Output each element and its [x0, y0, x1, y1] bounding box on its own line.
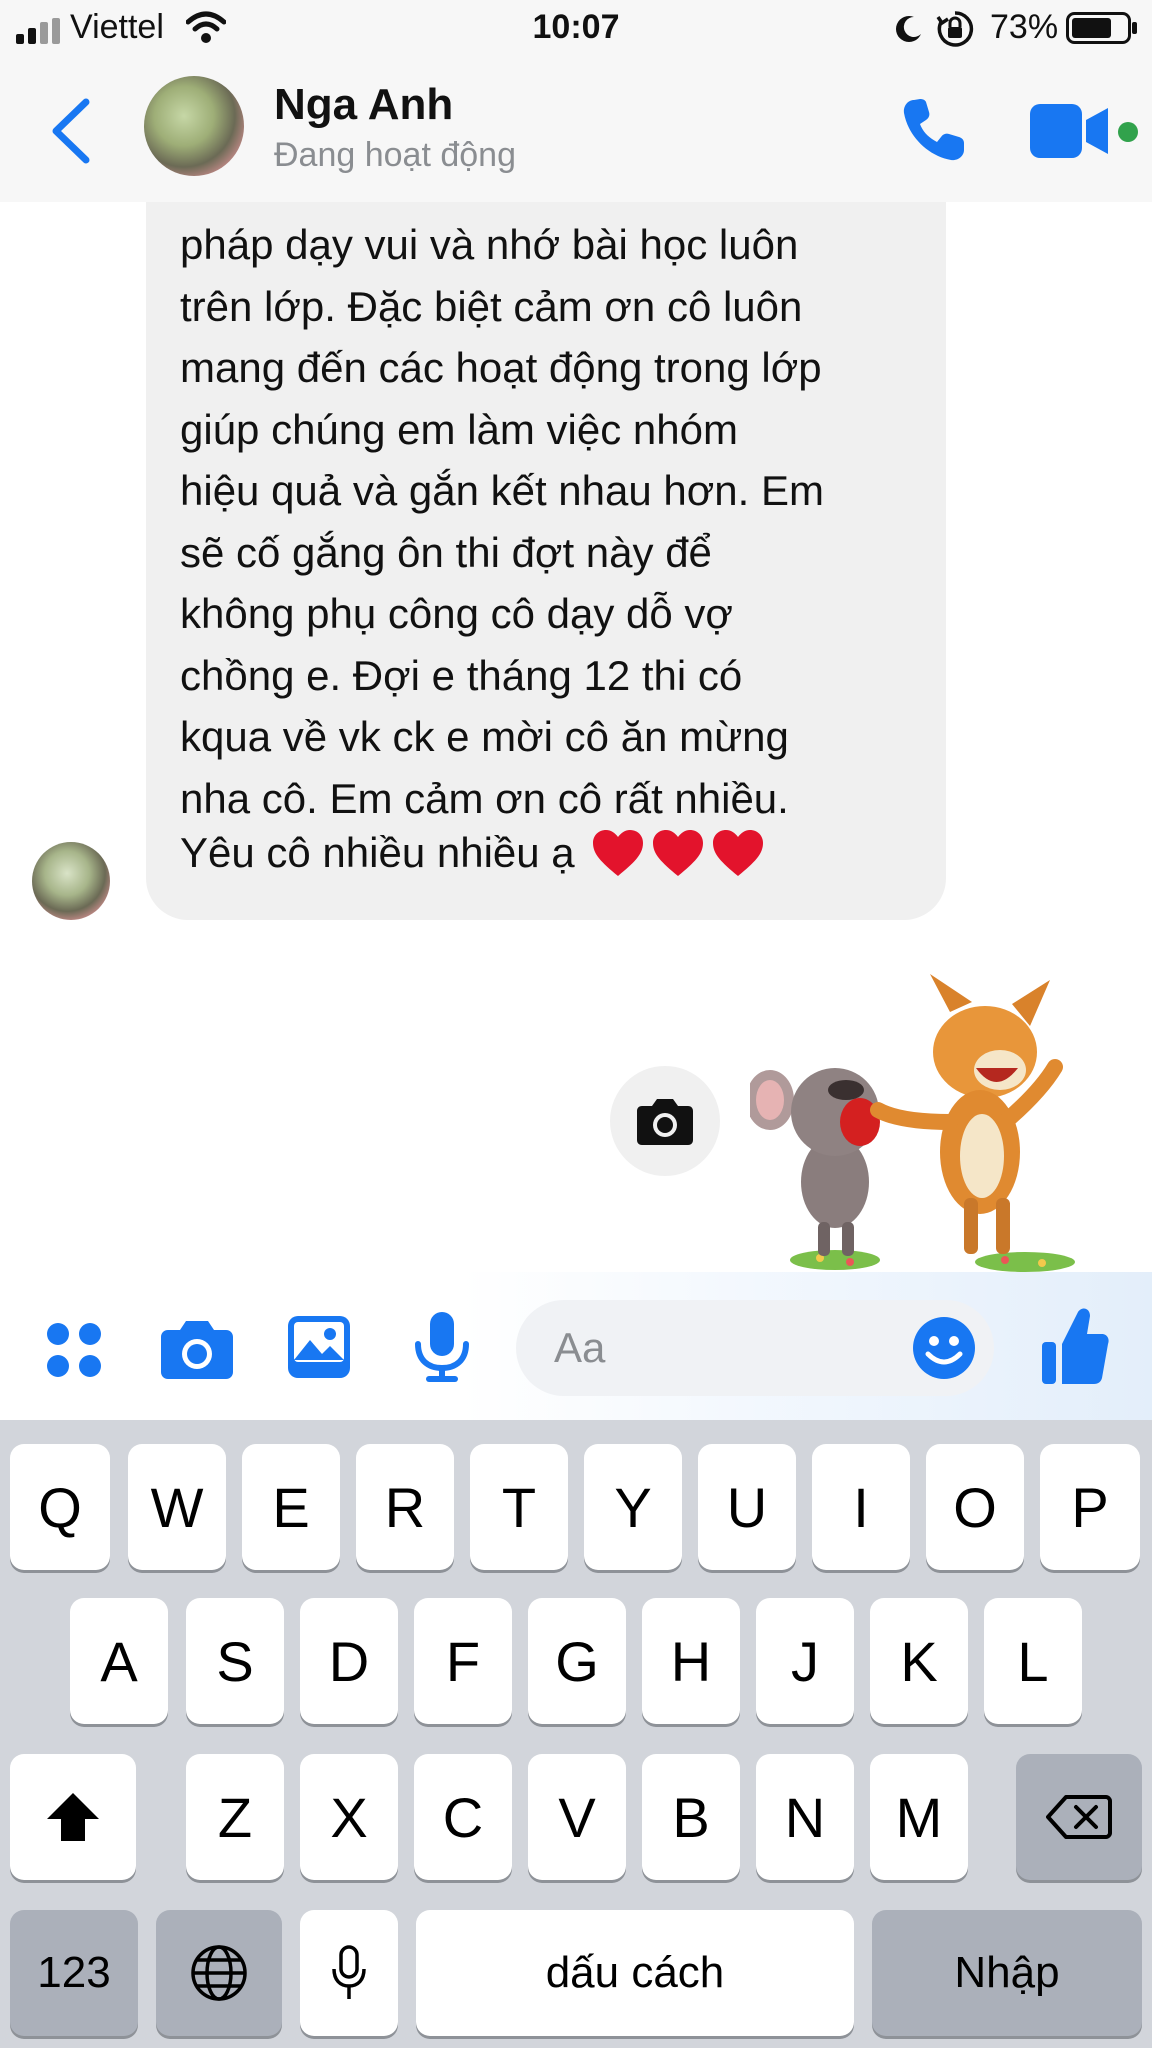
- battery-percentage: 73%: [990, 8, 1059, 46]
- status-bar: Viettel 10:07 73%: [0, 0, 1152, 56]
- message-line: nha cô. Em cảm ơn cô rất nhiều.: [180, 774, 789, 822]
- key-h[interactable]: H: [642, 1598, 740, 1724]
- message-line: sẽ cố gắng ôn thi đợt này để: [180, 528, 712, 576]
- contact-status: Đang hoạt động: [274, 136, 516, 174]
- key-n[interactable]: N: [756, 1754, 854, 1880]
- key-s[interactable]: S: [186, 1598, 284, 1724]
- heart-emoji-icon: [652, 830, 703, 876]
- key-m[interactable]: M: [870, 1754, 968, 1880]
- key-g[interactable]: G: [528, 1598, 626, 1724]
- space-key[interactable]: dấu cách: [416, 1910, 854, 2036]
- phone-icon[interactable]: [900, 96, 968, 164]
- key-v[interactable]: V: [528, 1754, 626, 1880]
- message-line: giúp chúng em làm việc nhóm: [180, 405, 738, 453]
- emoji-icon[interactable]: [912, 1316, 976, 1380]
- sender-avatar[interactable]: [32, 842, 110, 920]
- key-d[interactable]: D: [300, 1598, 398, 1724]
- return-key[interactable]: Nhập: [872, 1910, 1142, 2036]
- message-line: kqua về vk ck e mời cô ăn mừng: [180, 713, 789, 760]
- contact-avatar[interactable]: [144, 76, 244, 176]
- message-composer: Aa: [0, 1272, 1152, 1420]
- backspace-icon: [1046, 1795, 1112, 1839]
- photo-icon[interactable]: [286, 1314, 352, 1380]
- heart-emoji-icon: [712, 830, 763, 876]
- key-o[interactable]: O: [926, 1444, 1024, 1570]
- message-input-placeholder: Aa: [554, 1324, 606, 1371]
- shift-key[interactable]: [10, 1754, 136, 1880]
- dictation-key[interactable]: [300, 1910, 398, 2036]
- shift-icon: [47, 1793, 99, 1841]
- key-b[interactable]: B: [642, 1754, 740, 1880]
- message-line: hiệu quả và gắn kết nhau hơn. Em: [180, 467, 824, 514]
- heart-emoji-icon: [592, 830, 643, 876]
- apps-icon[interactable]: [46, 1322, 102, 1378]
- globe-key[interactable]: [156, 1910, 282, 2036]
- message-text: pháp dạy vui và nhớ bài học luôn trên lớ…: [180, 214, 940, 829]
- orientation-lock-icon: [936, 11, 974, 47]
- message-line: không phụ công cô dạy dỗ vợ: [180, 590, 733, 637]
- key-l[interactable]: L: [984, 1598, 1082, 1724]
- message-thread[interactable]: pháp dạy vui và nhớ bài học luôn trên lớ…: [0, 202, 1152, 1272]
- key-z[interactable]: Z: [186, 1754, 284, 1880]
- key-f[interactable]: F: [414, 1598, 512, 1724]
- back-chevron-icon[interactable]: [46, 96, 98, 166]
- key-u[interactable]: U: [698, 1444, 796, 1570]
- key-c[interactable]: C: [414, 1754, 512, 1880]
- conversation-header: Nga Anh Đang hoạt động: [0, 56, 1152, 202]
- key-x[interactable]: X: [300, 1754, 398, 1880]
- online-indicator: [1118, 122, 1138, 142]
- video-call-icon[interactable]: [1030, 104, 1110, 158]
- keyboard: Q W E R T Y U I O P A S D F G H J K L Z …: [0, 1420, 1152, 2048]
- key-t[interactable]: T: [470, 1444, 568, 1570]
- numbers-key[interactable]: 123: [10, 1910, 138, 2036]
- key-e[interactable]: E: [242, 1444, 340, 1570]
- camera-icon[interactable]: [636, 1096, 694, 1146]
- battery-icon: [1066, 12, 1137, 44]
- message-line: Yêu cô nhiều nhiều ạ: [180, 829, 575, 876]
- dancing-animals-sticker[interactable]: [750, 972, 1090, 1272]
- message-last-line: Yêu cô nhiều nhiều ạ: [180, 828, 765, 878]
- backspace-key[interactable]: [1016, 1754, 1142, 1880]
- key-y[interactable]: Y: [584, 1444, 682, 1570]
- camera-icon[interactable]: [160, 1318, 234, 1380]
- key-q[interactable]: Q: [10, 1444, 110, 1570]
- key-w[interactable]: W: [128, 1444, 226, 1570]
- key-j[interactable]: J: [756, 1598, 854, 1724]
- key-i[interactable]: I: [812, 1444, 910, 1570]
- key-p[interactable]: P: [1040, 1444, 1140, 1570]
- clock: 10:07: [532, 8, 620, 46]
- key-r[interactable]: R: [356, 1444, 454, 1570]
- like-icon[interactable]: [1040, 1306, 1110, 1386]
- microphone-icon[interactable]: [414, 1310, 470, 1384]
- message-input[interactable]: Aa: [516, 1300, 994, 1396]
- key-k[interactable]: K: [870, 1598, 968, 1724]
- message-line: chồng e. Đợi e tháng 12 thi có: [180, 651, 743, 699]
- moon-icon: [896, 16, 921, 42]
- dictation-mic-icon: [332, 1945, 366, 1999]
- key-a[interactable]: A: [70, 1598, 168, 1724]
- message-line: mang đến các hoạt động trong lớp: [180, 344, 822, 391]
- message-line: trên lớp. Đặc biệt cảm ơn cô luôn: [180, 282, 803, 330]
- globe-icon: [191, 1945, 247, 2001]
- message-line: pháp dạy vui và nhớ bài học luôn: [180, 221, 799, 268]
- contact-name[interactable]: Nga Anh: [274, 80, 453, 130]
